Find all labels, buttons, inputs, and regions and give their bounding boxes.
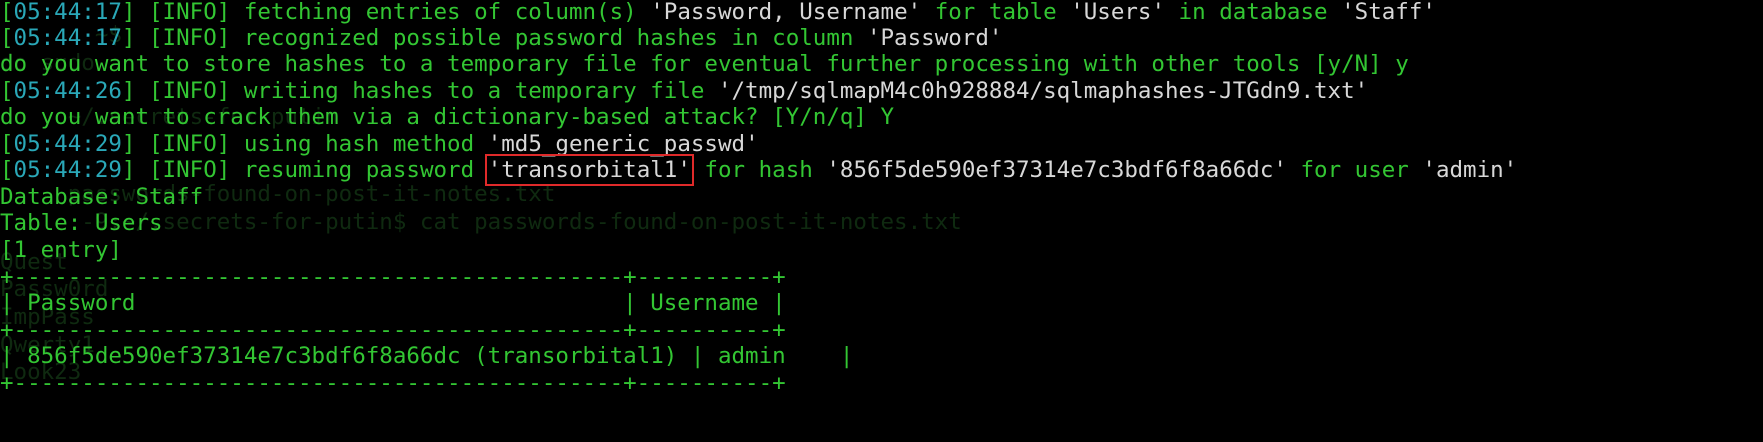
timestamp: 05:44:26 xyxy=(13,78,122,104)
value-text: '/tmp/sqlmapM4c0h928884/sqlmaphashes-JTG… xyxy=(717,78,1369,104)
table-border-mid: +---------------------------------------… xyxy=(0,317,786,343)
value-text: 'admin' xyxy=(1422,157,1518,183)
log-line: [05:44:29] [INFO] using hash method 'md5… xyxy=(0,131,759,157)
timestamp: 05:44:29 xyxy=(13,131,122,157)
log-line: [05:44:26] [INFO] writing hashes to a te… xyxy=(0,78,1369,104)
table-row: | 856f5de590ef37314e7c3bdf6f8a66dc (tran… xyxy=(0,343,854,369)
log-level: [INFO] xyxy=(149,25,231,51)
table-border-bottom: +---------------------------------------… xyxy=(0,370,786,396)
log-line: [05:44:29] [INFO] resuming password 'tra… xyxy=(0,154,1518,186)
entry-count: [1 entry] xyxy=(0,237,122,263)
value-text: 'Password' xyxy=(866,25,1003,51)
table-label: Table: Users xyxy=(0,210,163,236)
log-level: [INFO] xyxy=(149,0,231,25)
value-text: 'Password, Username' xyxy=(650,0,922,25)
prompt-line: do you want to crack them via a dictiona… xyxy=(0,104,895,130)
value-text: 'Staff' xyxy=(1341,0,1436,25)
terminal-window[interactable]: ~$ do sudo ~/.secrets-for-putin password… xyxy=(0,0,1763,442)
log-level: [INFO] xyxy=(149,157,231,183)
prompt-line: do you want to store hashes to a tempora… xyxy=(0,51,1409,77)
log-level: [INFO] xyxy=(149,131,231,157)
table-header-row: | Password | Username | xyxy=(0,290,786,316)
value-text: 'Users' xyxy=(1070,0,1166,25)
value-text: 'md5_generic_passwd' xyxy=(487,131,759,157)
value-text: '856f5de590ef37314e7c3bdf6f8a66dc' xyxy=(826,157,1287,183)
log-line: [05:44:17] [INFO] recognized possible pa… xyxy=(0,25,1003,51)
database-label: Database: Staff xyxy=(0,184,204,210)
log-level: [INFO] xyxy=(149,78,231,104)
timestamp: 05:44:17 xyxy=(13,25,122,51)
timestamp: 05:44:17 xyxy=(13,0,122,25)
timestamp: 05:44:29 xyxy=(13,157,122,183)
highlighted-password: 'transorbital1' xyxy=(484,154,694,186)
table-border-top: +---------------------------------------… xyxy=(0,264,786,290)
